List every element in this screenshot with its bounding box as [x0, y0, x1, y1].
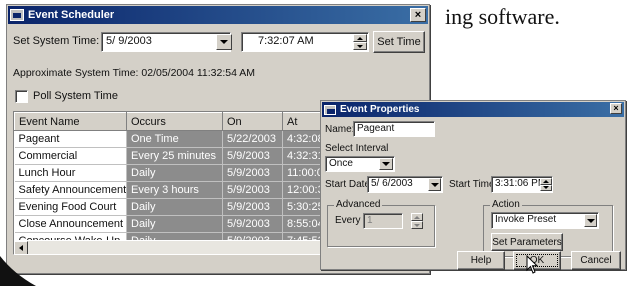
- name-label: Name:: [325, 124, 355, 135]
- spin-down-icon[interactable]: [540, 184, 552, 191]
- action-dropdown-button[interactable]: [584, 214, 597, 227]
- spin-up-icon[interactable]: [353, 34, 367, 42]
- close-icon[interactable]: ×: [610, 103, 622, 114]
- cell-on: 5/9/2003: [222, 181, 283, 199]
- scroll-left-icon[interactable]: [14, 241, 28, 254]
- interval-dropdown-button[interactable]: [379, 158, 393, 170]
- cell-event-name: Close Announcement: [14, 215, 127, 233]
- cell-occurs: Every 25 minutes: [126, 147, 223, 165]
- cell-on: 5/22/2003: [222, 130, 283, 148]
- cell-event-name: Safety Announcement: [14, 181, 127, 199]
- date-dropdown-button[interactable]: [216, 34, 232, 50]
- every-spinner: [411, 213, 423, 229]
- cell-on: 5/9/2003: [222, 147, 283, 165]
- cell-event-name: Lunch Hour: [14, 164, 127, 182]
- system-time-field[interactable]: 7:32:07 AM: [241, 32, 369, 52]
- start-date-label: Start Date:: [325, 179, 373, 190]
- cancel-button[interactable]: Cancel: [571, 251, 621, 270]
- event-name-field[interactable]: Pageant: [353, 121, 435, 137]
- cell-on: 5/9/2003: [222, 198, 283, 216]
- app-icon: [324, 104, 336, 115]
- cell-on: 5/9/2003: [222, 215, 283, 233]
- every-field: 1: [363, 213, 403, 229]
- approx-value: 02/05/2004 11:32:54 AM: [141, 67, 256, 79]
- scheduler-titlebar[interactable]: Event Scheduler ×: [8, 6, 428, 24]
- cell-occurs: Daily: [126, 215, 223, 233]
- event-properties-dialog: Event Properties × Name: Pageant Select …: [320, 100, 626, 274]
- document-text: ing software.: [445, 4, 560, 29]
- set-time-button[interactable]: Set Time: [373, 31, 425, 53]
- time-spinner[interactable]: [353, 34, 367, 50]
- start-date-dropdown-button[interactable]: [428, 178, 441, 191]
- action-select[interactable]: Invoke Preset: [491, 212, 599, 229]
- column-header-event-name[interactable]: Event Name: [14, 112, 127, 131]
- cell-event-name: Pageant: [14, 130, 127, 148]
- start-time-spinner[interactable]: [540, 178, 552, 191]
- poll-system-time-checkbox[interactable]: [15, 90, 28, 103]
- select-interval-label: Select Interval: [325, 143, 389, 154]
- every-label: Every: [335, 215, 361, 226]
- cell-event-name: Commercial: [14, 147, 127, 165]
- spin-up-icon: [411, 213, 423, 221]
- system-date-picker[interactable]: 5/ 9/2003: [101, 32, 231, 52]
- cell-on: 5/9/2003: [222, 164, 283, 182]
- cell-occurs: Every 3 hours: [126, 181, 223, 199]
- column-header-on[interactable]: On: [222, 112, 283, 131]
- spin-down-icon[interactable]: [353, 42, 367, 50]
- properties-title: Event Properties: [340, 104, 420, 115]
- set-system-time-label: Set System Time:: [13, 35, 100, 47]
- spin-down-icon: [411, 221, 423, 229]
- decorative-curve: [0, 256, 36, 286]
- poll-system-time-label: Poll System Time: [33, 90, 118, 102]
- approx-label: Approximate System Time:: [13, 67, 139, 79]
- mouse-cursor-icon: [526, 255, 539, 274]
- properties-titlebar[interactable]: Event Properties ×: [322, 102, 624, 117]
- column-header-occurs[interactable]: Occurs: [126, 112, 223, 131]
- cell-occurs: Daily: [126, 164, 223, 182]
- app-icon: [10, 9, 24, 21]
- approx-system-time-label: Approximate System Time: 02/05/2004 11:3…: [13, 67, 255, 79]
- scheduler-title: Event Scheduler: [28, 9, 115, 21]
- help-button[interactable]: Help: [457, 251, 505, 270]
- cell-occurs: One Time: [126, 130, 223, 148]
- advanced-group-title: Advanced: [334, 199, 383, 210]
- set-parameters-button[interactable]: Set Parameters: [491, 233, 563, 251]
- cell-event-name: Evening Food Court: [14, 198, 127, 216]
- cell-occurs: Daily: [126, 198, 223, 216]
- action-group-title: Action: [490, 199, 522, 210]
- close-icon[interactable]: ×: [410, 8, 426, 22]
